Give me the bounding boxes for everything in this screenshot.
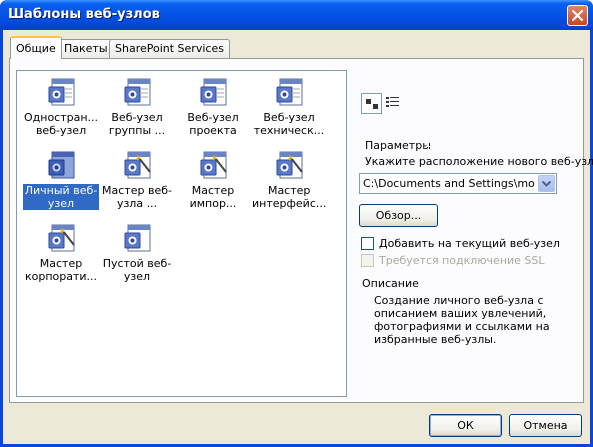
location-label: Укажите расположение нового веб-узла: xyxy=(365,155,593,168)
close-icon xyxy=(572,10,583,21)
tab-packages[interactable]: Пакеты xyxy=(58,39,114,58)
template-label: Мастер импор... xyxy=(189,184,237,210)
template-label: Одностран... веб-узел xyxy=(24,111,99,137)
description-heading: Описание xyxy=(362,277,419,290)
template-label: Мастер интерфейс... xyxy=(252,184,327,210)
template-item-team-site[interactable]: Веб-узел группы ... xyxy=(99,77,175,137)
tab-panel: Одностран... веб-узел Веб-узел группы ..… xyxy=(9,58,593,403)
template-item-import-wizard[interactable]: Мастер импор... xyxy=(175,150,251,210)
project-site-icon xyxy=(197,77,229,109)
template-item-empty-site[interactable]: Пустой веб-узел xyxy=(99,223,175,283)
empty-site-icon xyxy=(121,223,153,255)
large-icons-icon xyxy=(366,99,378,109)
site-wizard-icon xyxy=(121,150,153,182)
template-item-corporate-wizard[interactable]: Мастер корпорати... xyxy=(23,223,99,283)
cancel-button[interactable]: Отмена xyxy=(509,414,582,437)
ok-button[interactable]: ОК xyxy=(429,414,502,437)
template-label: Мастер корпорати... xyxy=(24,257,98,283)
options-heading: Параметры xyxy=(365,139,431,152)
team-site-icon xyxy=(121,77,153,109)
template-label: Личный веб-узел xyxy=(23,184,99,210)
template-item-interface-wizard[interactable]: Мастер интерфейс... xyxy=(251,150,327,210)
location-input[interactable]: C:\Documents and Settings\morkin\Мои док… xyxy=(363,177,535,190)
template-label: Веб-узел техническ... xyxy=(253,111,325,137)
chevron-down-icon xyxy=(542,181,551,187)
dialog-client-area: Общие Пакеты SharePoint Services Одностр… xyxy=(3,30,593,444)
template-label: Мастер веб-узла ... xyxy=(102,184,172,210)
ssl-label: Требуется подключение SSL xyxy=(379,254,545,267)
large-icons-view-button[interactable] xyxy=(361,93,382,114)
template-label: Пустой веб-узел xyxy=(102,257,172,283)
add-to-current-label: Добавить на текущий веб-узел xyxy=(379,237,560,250)
list-view-button[interactable] xyxy=(383,93,404,114)
template-item-single-page[interactable]: Одностран... веб-узел xyxy=(23,77,99,137)
template-label: Веб-узел проекта xyxy=(187,111,239,137)
corporate-wizard-icon xyxy=(45,223,77,255)
close-button[interactable] xyxy=(567,5,588,26)
tech-support-site-icon xyxy=(273,77,305,109)
single-page-site-icon xyxy=(45,77,77,109)
description-text: Создание личного веб-узла с описанием ва… xyxy=(374,294,550,346)
location-combobox[interactable]: C:\Documents and Settings\morkin\Мои док… xyxy=(359,173,557,194)
location-dropdown-button[interactable] xyxy=(538,175,555,192)
tab-sharepoint-services[interactable]: SharePoint Services xyxy=(109,39,230,58)
interface-wizard-icon xyxy=(273,150,305,182)
template-label: Веб-узел группы ... xyxy=(108,111,166,137)
import-wizard-icon xyxy=(197,150,229,182)
template-item-project-site[interactable]: Веб-узел проекта xyxy=(175,77,251,137)
add-to-current-checkbox[interactable] xyxy=(361,237,374,250)
ssl-checkbox[interactable] xyxy=(361,254,374,267)
options-divider xyxy=(426,146,577,147)
template-list[interactable]: Одностран... веб-узел Веб-узел группы ..… xyxy=(16,70,347,397)
personal-site-icon xyxy=(45,150,77,182)
template-item-site-wizard[interactable]: Мастер веб-узла ... xyxy=(99,150,175,210)
template-item-personal-site[interactable]: Личный веб-узел xyxy=(23,150,99,210)
window-title: Шаблоны веб-узлов xyxy=(8,7,160,22)
tab-general[interactable]: Общие xyxy=(10,36,62,59)
list-icon xyxy=(386,97,399,107)
description-divider xyxy=(420,284,577,285)
browse-button[interactable]: Обзор... xyxy=(359,204,438,227)
dialog-window: Шаблоны веб-узлов Общие Пакеты SharePoin… xyxy=(0,0,593,447)
template-item-tech-support[interactable]: Веб-узел техническ... xyxy=(251,77,327,137)
title-bar[interactable]: Шаблоны веб-узлов xyxy=(0,0,593,30)
